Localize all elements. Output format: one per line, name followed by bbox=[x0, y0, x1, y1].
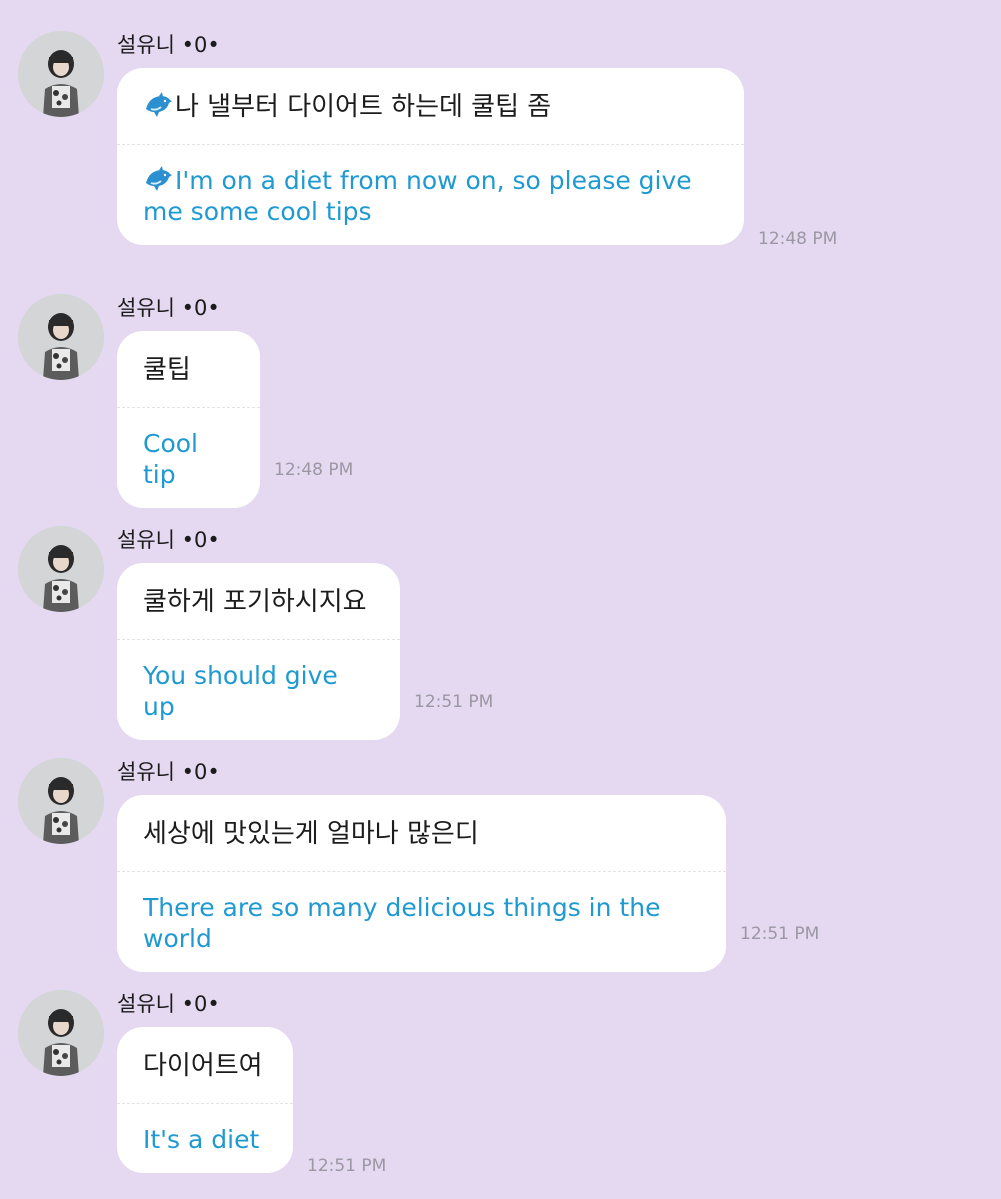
message-bubble[interactable]: 세상에 맛있는게 얼마나 많은디 There are so many delic… bbox=[117, 795, 726, 972]
original-text: 쿨하게 포기하시지요 bbox=[117, 563, 400, 640]
translation-text: I'm on a diet from now on, so please giv… bbox=[143, 145, 718, 245]
profile-photo bbox=[18, 294, 104, 380]
profile-photo bbox=[18, 526, 104, 612]
translation-text: You should give up bbox=[143, 661, 338, 721]
message-bubble[interactable]: 다이어트여 It's a diet bbox=[117, 1027, 293, 1173]
timestamp: 12:51 PM bbox=[307, 1156, 387, 1176]
avatar[interactable] bbox=[18, 31, 104, 117]
message-bubble[interactable]: 나 낼부터 다이어트 하는데 쿨팁 좀 I'm on a diet from n… bbox=[117, 68, 744, 245]
profile-photo bbox=[18, 990, 104, 1076]
message-bubble[interactable]: 쿨하게 포기하시지요 You should give up bbox=[117, 563, 400, 740]
profile-photo bbox=[18, 31, 104, 117]
avatar[interactable] bbox=[18, 990, 104, 1076]
dolphin-icon bbox=[143, 92, 173, 118]
timestamp: 12:51 PM bbox=[414, 692, 494, 712]
original-text: 쿨팁 bbox=[117, 331, 260, 408]
sender-name: 설유니 •0• bbox=[117, 760, 220, 784]
translation-text: There are so many delicious things in th… bbox=[143, 893, 661, 953]
avatar[interactable] bbox=[18, 294, 104, 380]
avatar[interactable] bbox=[18, 758, 104, 844]
timestamp: 12:51 PM bbox=[740, 924, 820, 944]
timestamp: 12:48 PM bbox=[758, 229, 838, 249]
timestamp: 12:48 PM bbox=[274, 460, 354, 480]
translation-text: Cool tip bbox=[143, 429, 198, 489]
translation-text: It's a diet bbox=[143, 1125, 260, 1154]
sender-name: 설유니 •0• bbox=[117, 992, 220, 1016]
original-text: 다이어트여 bbox=[117, 1027, 293, 1104]
profile-photo bbox=[18, 758, 104, 844]
sender-name: 설유니 •0• bbox=[117, 528, 220, 552]
sender-name: 설유니 •0• bbox=[117, 33, 220, 57]
original-text-content: 나 낼부터 다이어트 하는데 쿨팁 좀 bbox=[175, 92, 552, 122]
translation-text-content: I'm on a diet from now on, so please giv… bbox=[143, 166, 692, 226]
avatar[interactable] bbox=[18, 526, 104, 612]
original-text: 세상에 맛있는게 얼마나 많은디 bbox=[117, 795, 726, 872]
dolphin-icon bbox=[143, 166, 173, 192]
original-text: 나 낼부터 다이어트 하는데 쿨팁 좀 bbox=[117, 68, 744, 145]
sender-name: 설유니 •0• bbox=[117, 296, 220, 320]
message-bubble[interactable]: 쿨팁 Cool tip bbox=[117, 331, 260, 508]
